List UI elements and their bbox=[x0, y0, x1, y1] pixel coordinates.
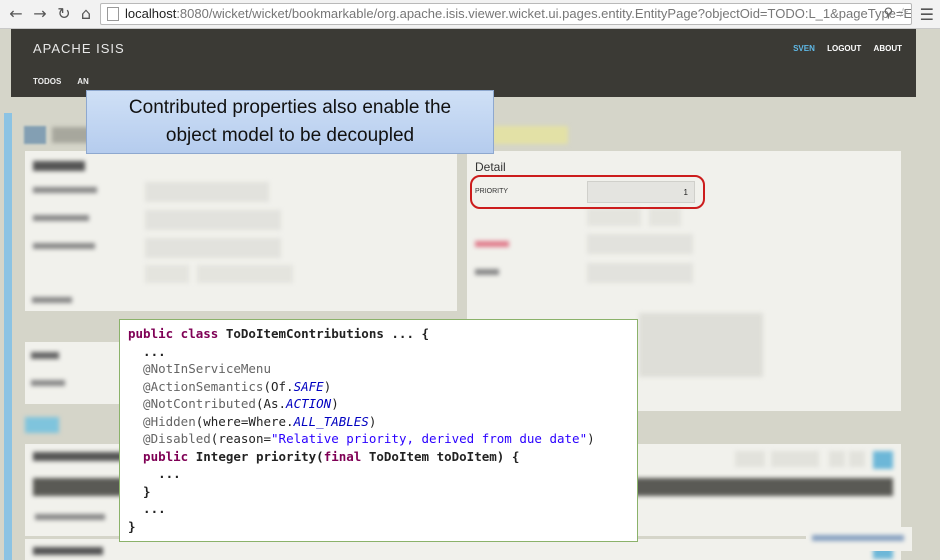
code-line: ... bbox=[128, 501, 166, 516]
table-button-blurred[interactable] bbox=[735, 451, 765, 467]
table-button-blurred[interactable] bbox=[771, 451, 819, 467]
code-keyword: public bbox=[128, 448, 189, 464]
code-text: (As. bbox=[255, 396, 287, 411]
browser-toolbar: ← → ↻ ⌂ localhost:8080/wicket/wicket/boo… bbox=[0, 0, 940, 29]
code-line: ... bbox=[128, 466, 181, 481]
page-icon bbox=[107, 7, 119, 21]
code-constant: ACTION bbox=[286, 396, 332, 411]
user-link[interactable]: SVEN bbox=[793, 44, 815, 53]
table-button-blurred[interactable] bbox=[829, 451, 845, 467]
table-button-blurred[interactable] bbox=[849, 451, 865, 467]
callout-line-1: Contributed properties also enable the bbox=[128, 97, 452, 118]
code-string: "Relative priority, derived from due dat… bbox=[271, 431, 588, 446]
url-path: :8080/wicket/wicket/bookmarkable/org.apa… bbox=[176, 6, 912, 21]
nav-item-an[interactable]: AN bbox=[77, 77, 89, 86]
code-annotation: @NotContributed bbox=[128, 396, 256, 411]
field-value-blurred bbox=[587, 263, 693, 283]
code-annotation: @Disabled bbox=[128, 431, 211, 446]
code-text: ) bbox=[587, 431, 595, 446]
field-label-blurred bbox=[31, 380, 65, 386]
app-viewport: APACHE ISIS SVEN LOGOUT ABOUT TODOS AN D… bbox=[0, 29, 940, 560]
secondary-panel bbox=[25, 342, 125, 404]
callout-line-2: object model to be decoupled bbox=[165, 125, 415, 146]
code-line: ... bbox=[128, 343, 166, 359]
detail-panel-title: Detail bbox=[475, 160, 506, 174]
general-panel bbox=[25, 151, 457, 311]
code-keyword: final bbox=[323, 448, 362, 464]
code-text: (Of. bbox=[263, 378, 294, 394]
code-keyword: public class bbox=[128, 326, 219, 341]
code-line: public Integer priority(final ToDoItem t… bbox=[128, 448, 637, 466]
code-line: } bbox=[128, 483, 151, 499]
logout-link[interactable]: LOGOUT bbox=[827, 44, 861, 53]
panel-title-blurred bbox=[33, 547, 103, 555]
action-button-blurred[interactable] bbox=[145, 265, 189, 283]
url-host: localhost bbox=[125, 6, 177, 21]
reload-icon[interactable]: ↻ bbox=[54, 4, 74, 24]
code-annotation: @ActionSemantics bbox=[128, 378, 264, 394]
about-link[interactable]: ABOUT bbox=[874, 44, 902, 53]
code-text: Integer priority( bbox=[188, 448, 324, 464]
entity-action-button[interactable] bbox=[492, 126, 568, 144]
field-label-blurred bbox=[33, 243, 95, 249]
app-header: APACHE ISIS SVEN LOGOUT ABOUT TODOS AN bbox=[11, 29, 916, 97]
collection-tab-blurred[interactable] bbox=[25, 417, 59, 433]
collection-title-blurred bbox=[33, 452, 123, 461]
code-text: ) bbox=[368, 413, 377, 429]
table-row-blurred[interactable] bbox=[35, 514, 105, 520]
address-bar[interactable]: localhost:8080/wicket/wicket/bookmarkabl… bbox=[100, 3, 912, 25]
description-field-blurred bbox=[639, 313, 763, 377]
action-button-blurred[interactable] bbox=[587, 208, 641, 226]
hamburger-menu-icon[interactable]: ☰ bbox=[920, 5, 934, 24]
table-button-blurred[interactable] bbox=[873, 451, 893, 469]
field-label-blurred bbox=[33, 187, 97, 193]
field-value-blurred bbox=[145, 182, 269, 202]
code-line: @ActionSemantics(Of.SAFE) bbox=[128, 378, 637, 396]
action-button-blurred[interactable] bbox=[649, 208, 681, 226]
app-brand[interactable]: APACHE ISIS bbox=[33, 41, 125, 56]
nav-item-todos[interactable]: TODOS bbox=[33, 77, 61, 86]
code-text: ToDoItemContributions ... { bbox=[218, 326, 430, 341]
app-nav: TODOS AN bbox=[33, 77, 103, 86]
code-annotation: @NotInServiceMenu bbox=[128, 361, 271, 376]
bottom-panel bbox=[25, 539, 901, 560]
forward-arrow-icon[interactable]: → bbox=[30, 4, 50, 24]
code-text: ) bbox=[323, 378, 332, 394]
panel-title-blurred bbox=[33, 161, 85, 171]
field-label-blurred bbox=[32, 297, 72, 303]
left-accent-bar bbox=[4, 113, 12, 560]
footer-link-blurred[interactable] bbox=[806, 527, 912, 551]
code-constant: SAFE bbox=[293, 378, 324, 394]
code-line: @NotInServiceMenu bbox=[128, 360, 637, 378]
code-line: } bbox=[128, 518, 136, 534]
star-icon[interactable]: ☆ bbox=[897, 4, 909, 24]
code-line: @Disabled(reason="Relative priority, der… bbox=[128, 430, 637, 448]
field-label-blurred bbox=[31, 352, 59, 359]
code-text: (reason= bbox=[210, 431, 272, 446]
action-button-blurred[interactable] bbox=[197, 265, 293, 283]
callout-box: Contributed properties also enable the o… bbox=[86, 90, 494, 154]
home-icon[interactable]: ⌂ bbox=[76, 4, 96, 24]
field-value-blurred bbox=[145, 238, 281, 258]
code-line: public class ToDoItemContributions ... { bbox=[128, 325, 637, 343]
magnifier-icon[interactable]: ⚲ bbox=[883, 4, 893, 24]
code-line: @NotContributed(As.ACTION) bbox=[128, 395, 637, 413]
footer-link-text-blurred bbox=[812, 535, 904, 541]
code-text: (where=Where. bbox=[195, 413, 294, 429]
field-value-blurred bbox=[587, 234, 693, 254]
field-label-blurred bbox=[33, 215, 89, 221]
field-value-blurred bbox=[145, 210, 281, 230]
code-constant: ALL_TABLES bbox=[293, 413, 369, 429]
code-annotation: @Hidden bbox=[128, 413, 196, 429]
priority-highlight-ring bbox=[470, 175, 705, 209]
field-label-blurred bbox=[475, 241, 509, 247]
code-snippet: public class ToDoItemContributions ... {… bbox=[119, 319, 638, 542]
code-text: ) bbox=[331, 396, 339, 411]
entity-icon bbox=[24, 126, 46, 144]
code-text: ToDoItem toDoItem) { bbox=[361, 448, 520, 464]
code-line: @Hidden(where=Where.ALL_TABLES) bbox=[128, 413, 637, 431]
field-label-blurred bbox=[475, 269, 499, 275]
back-arrow-icon[interactable]: ← bbox=[6, 4, 26, 24]
user-links: SVEN LOGOUT ABOUT bbox=[783, 44, 902, 53]
